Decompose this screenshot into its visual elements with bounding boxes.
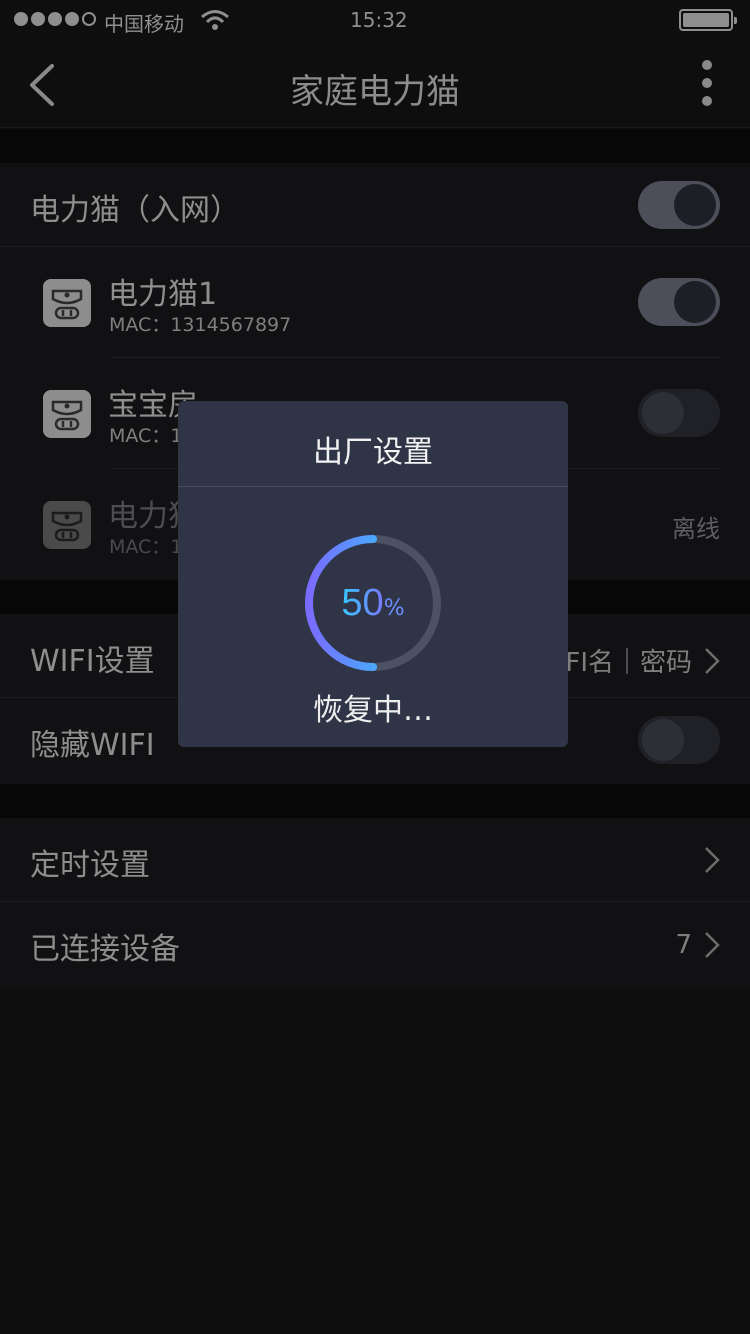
wifi-settings-value-wrap: FI名｜密码 <box>565 642 720 679</box>
status-bar: 中国移动 15:32 <box>0 0 750 40</box>
hide-wifi-label: 隐藏WIFI <box>30 728 155 763</box>
network-label: 电力猫（入网） <box>30 193 240 228</box>
device-mac: MAC：1 <box>109 536 183 558</box>
chevron-right-icon <box>705 847 720 873</box>
chevron-right-icon <box>705 647 720 674</box>
network-row: 电力猫（入网） <box>0 163 750 247</box>
device-row[interactable]: 电力猫1 MAC：1314567897 <box>0 247 750 358</box>
device-toggle[interactable] <box>638 389 720 437</box>
section-gap <box>0 129 750 163</box>
device-name: 电力猫1 <box>108 277 218 312</box>
page-title: 家庭电力猫 <box>290 72 460 112</box>
battery-icon <box>679 9 737 31</box>
chevron-right-icon <box>705 932 720 958</box>
timer-settings-label: 定时设置 <box>30 848 150 883</box>
device-mac: MAC：1314567897 <box>109 314 292 336</box>
signal-strength-icon <box>14 12 96 26</box>
reset-status-text: 恢复中… <box>313 693 433 728</box>
connected-devices-row[interactable]: 已连接设备 7 <box>0 902 750 986</box>
more-options-button[interactable] <box>695 60 719 110</box>
screen: 中国移动 15:32 家庭电力猫 电力猫（入网） 电力猫1 MAC：131456… <box>0 0 750 1334</box>
device-mac: MAC：1 <box>109 425 183 447</box>
hide-wifi-toggle[interactable] <box>638 716 720 764</box>
factory-reset-dialog: 出厂设置 50% 恢复中… <box>178 401 568 747</box>
connected-devices-count: 7 <box>675 930 692 960</box>
wifi-settings-label: WIFI设置 <box>30 644 155 679</box>
nav-bar: 家庭电力猫 <box>0 40 750 128</box>
dialog-title: 出厂设置 <box>313 435 433 470</box>
connected-devices-label: 已连接设备 <box>30 932 180 967</box>
wifi-signal-icon <box>201 10 229 30</box>
carrier-name: 中国移动 <box>104 12 184 36</box>
timer-settings-row[interactable]: 定时设置 <box>0 818 750 902</box>
powercat-device-icon <box>43 279 91 327</box>
progress-percent: 50% <box>302 582 444 625</box>
powercat-device-icon <box>43 501 91 549</box>
wifi-settings-value: FI名｜密码 <box>565 648 692 678</box>
progress-unit: % <box>383 596 405 621</box>
device-toggle[interactable] <box>638 278 720 326</box>
clock: 15:32 <box>350 8 408 32</box>
powercat-device-icon <box>43 390 91 438</box>
progress-value: 50 <box>341 582 384 624</box>
offline-status: 离线 <box>672 515 720 543</box>
dialog-divider <box>178 486 568 487</box>
misc-section: 定时设置 已连接设备 7 <box>0 818 750 988</box>
network-toggle[interactable] <box>638 181 720 229</box>
section-gap <box>0 784 750 818</box>
